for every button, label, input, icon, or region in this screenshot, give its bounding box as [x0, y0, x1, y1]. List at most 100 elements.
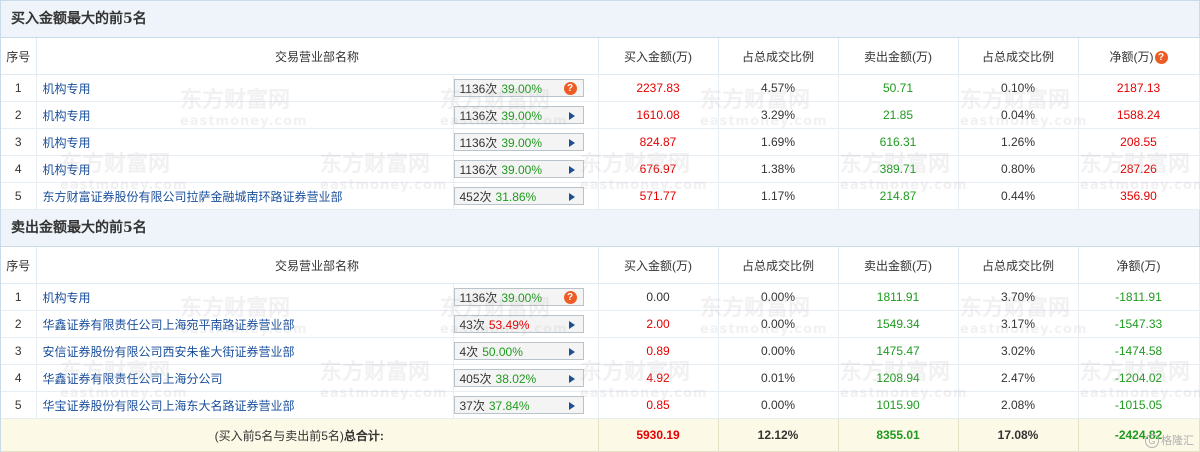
- win-rate: 39.00%: [501, 82, 543, 96]
- buy-ratio: 1.17%: [718, 182, 839, 210]
- table-row: 3 安信证券股份有限公司西安朱雀大街证券营业部 4次 50.00% 0.89 0.00% 1…: [1, 337, 1200, 365]
- sell-ratio: 1.26%: [958, 128, 1079, 156]
- appearance-count: 1136次: [459, 82, 498, 96]
- appearance-count: 37次: [459, 399, 485, 413]
- win-rate: 39.00%: [501, 163, 543, 177]
- arrow-right-icon[interactable]: [568, 139, 575, 147]
- branch-link[interactable]: 机构专用: [43, 109, 91, 123]
- branch-name: 华鑫证券有限责任公司上海宛平南路证券营业部: [36, 310, 454, 338]
- sell-ratio: 2.08%: [958, 391, 1079, 419]
- branch-stats-chip[interactable]: 452次 31.86%: [453, 187, 584, 205]
- win-rate: 38.02%: [495, 372, 537, 386]
- arrow-right-icon[interactable]: [568, 375, 575, 383]
- col-header-net: 净额(万)?: [1078, 38, 1200, 75]
- table-row: 5 华宝证券股份有限公司上海东大名路证券营业部 37次 37.84% 0.85 0.00%…: [1, 391, 1200, 419]
- branch-stats-chip[interactable]: 405次 38.02%: [453, 369, 584, 387]
- win-rate: 39.00%: [501, 291, 543, 305]
- net-amount: -1015.05: [1078, 391, 1200, 419]
- sell-table: 序号 交易营业部名称 买入金额(万) 占总成交比例 卖出金额(万) 占总成交比例…: [1, 247, 1200, 452]
- branch-link[interactable]: 安信证券股份有限公司西安朱雀大街证券营业部: [43, 345, 295, 359]
- branch-name: 华宝证券股份有限公司上海东大名路证券营业部: [36, 391, 454, 419]
- branch-stats-chip[interactable]: 4次 50.00%: [453, 342, 584, 360]
- total-sell-ratio: 17.08%: [958, 418, 1079, 452]
- buy-ratio: 0.00%: [718, 337, 839, 365]
- branch-stats-chip[interactable]: 1136次 39.00%: [453, 160, 584, 178]
- appearance-count: 1136次: [459, 163, 498, 177]
- sell-ratio: 2.47%: [958, 364, 1079, 392]
- branch-stats-chip[interactable]: 37次 37.84%: [453, 396, 584, 414]
- branch-stats-chip[interactable]: 1136次 39.00%?: [453, 79, 584, 97]
- branch-name: 机构专用: [36, 155, 454, 183]
- net-amount: -1547.33: [1078, 310, 1200, 338]
- row-index: 3: [1, 337, 37, 365]
- col-header-net: 净额(万): [1078, 247, 1200, 284]
- win-rate: 31.86%: [495, 190, 537, 204]
- arrow-right-icon[interactable]: [568, 193, 575, 201]
- branch-name: 机构专用: [36, 74, 454, 102]
- buy-amount: 676.97: [598, 155, 719, 183]
- sell-ratio: 3.70%: [958, 283, 1079, 311]
- branch-stats-cell: 1136次 39.00%?: [453, 283, 599, 311]
- row-index: 2: [1, 101, 37, 129]
- sell-ratio: 0.04%: [958, 101, 1079, 129]
- branch-link[interactable]: 东方财富证券股份有限公司拉萨金融城南环路证券营业部: [43, 190, 343, 204]
- warning-icon[interactable]: ?: [563, 291, 577, 304]
- col-header-buy-amount: 买入金额(万): [598, 38, 719, 75]
- total-label: (买入前5名与卖出前5名)总合计:: [1, 418, 599, 452]
- arrow-right-icon[interactable]: [568, 348, 575, 356]
- appearance-count: 4次: [459, 345, 479, 359]
- branch-link[interactable]: 华宝证券股份有限公司上海东大名路证券营业部: [43, 399, 295, 413]
- branch-stats-cell: 4次 50.00%: [453, 337, 599, 365]
- net-amount: 2187.13: [1078, 74, 1200, 102]
- arrow-right-icon[interactable]: [568, 166, 575, 174]
- sell-amount: 1475.47: [838, 337, 959, 365]
- row-index: 1: [1, 283, 37, 311]
- win-rate: 39.00%: [501, 109, 543, 123]
- table-row: 4 华鑫证券有限责任公司上海分公司 405次 38.02% 4.92 0.01% 1208.…: [1, 364, 1200, 392]
- table-row: 2 机构专用 1136次 39.00% 1610.08 3.29% 21.85 0.04% 15…: [1, 101, 1200, 129]
- sell-amount: 21.85: [838, 101, 959, 129]
- net-amount: -1474.58: [1078, 337, 1200, 365]
- arrow-right-icon[interactable]: [568, 321, 575, 329]
- arrow-right-icon[interactable]: [568, 112, 575, 120]
- branch-link[interactable]: 华鑫证券有限责任公司上海宛平南路证券营业部: [43, 318, 295, 332]
- appearance-count: 1136次: [459, 291, 498, 305]
- branch-link[interactable]: 机构专用: [43, 82, 91, 96]
- buy-table-header: 序号 交易营业部名称 买入金额(万) 占总成交比例 卖出金额(万) 占总成交比例…: [1, 38, 1200, 75]
- arrow-right-icon[interactable]: [568, 402, 575, 410]
- sell-section-title: 卖出金额最大的前5名: [1, 210, 1199, 247]
- table-row: 2 华鑫证券有限责任公司上海宛平南路证券营业部 43次 53.49% 2.00 0.00%…: [1, 310, 1200, 338]
- branch-link[interactable]: 华鑫证券有限责任公司上海分公司: [43, 372, 223, 386]
- col-header-sell-amount: 卖出金额(万): [838, 247, 959, 284]
- buy-amount: 2237.83: [598, 74, 719, 102]
- branch-link[interactable]: 机构专用: [43, 136, 91, 150]
- branch-link[interactable]: 机构专用: [43, 291, 91, 305]
- total-buy-amount: 5930.19: [598, 418, 719, 452]
- branch-stats-chip[interactable]: 43次 53.49%: [453, 315, 584, 333]
- branch-link[interactable]: 机构专用: [43, 163, 91, 177]
- net-amount: 356.90: [1078, 182, 1200, 210]
- branch-stats-cell: 1136次 39.00%?: [453, 74, 599, 102]
- buy-ratio: 4.57%: [718, 74, 839, 102]
- win-rate: 53.49%: [488, 318, 530, 332]
- buy-amount: 4.92: [598, 364, 719, 392]
- col-header-buy-ratio: 占总成交比例: [718, 247, 839, 284]
- buy-amount: 0.89: [598, 337, 719, 365]
- sell-amount: 1811.91: [838, 283, 959, 311]
- sell-amount: 214.87: [838, 182, 959, 210]
- col-header-branch: 交易营业部名称: [36, 247, 599, 284]
- branch-stats-chip[interactable]: 1136次 39.00%: [453, 133, 584, 151]
- branch-stats-chip[interactable]: 1136次 39.00%?: [453, 288, 584, 306]
- warning-icon[interactable]: ?: [563, 82, 577, 95]
- buy-table: 序号 交易营业部名称 买入金额(万) 占总成交比例 卖出金额(万) 占总成交比例…: [1, 38, 1200, 210]
- branch-stats-cell: 37次 37.84%: [453, 391, 599, 419]
- sell-amount: 616.31: [838, 128, 959, 156]
- sell-amount: 1549.34: [838, 310, 959, 338]
- help-icon[interactable]: ?: [1154, 50, 1168, 64]
- branch-stats-chip[interactable]: 1136次 39.00%: [453, 106, 584, 124]
- col-header-branch: 交易营业部名称: [36, 38, 599, 75]
- sell-amount: 389.71: [838, 155, 959, 183]
- table-row: 1 机构专用 1136次 39.00%? 0.00 0.00% 1811.91 3.70% -1…: [1, 283, 1200, 311]
- buy-section-title: 买入金额最大的前5名: [1, 1, 1199, 38]
- branch-stats-cell: 1136次 39.00%: [453, 128, 599, 156]
